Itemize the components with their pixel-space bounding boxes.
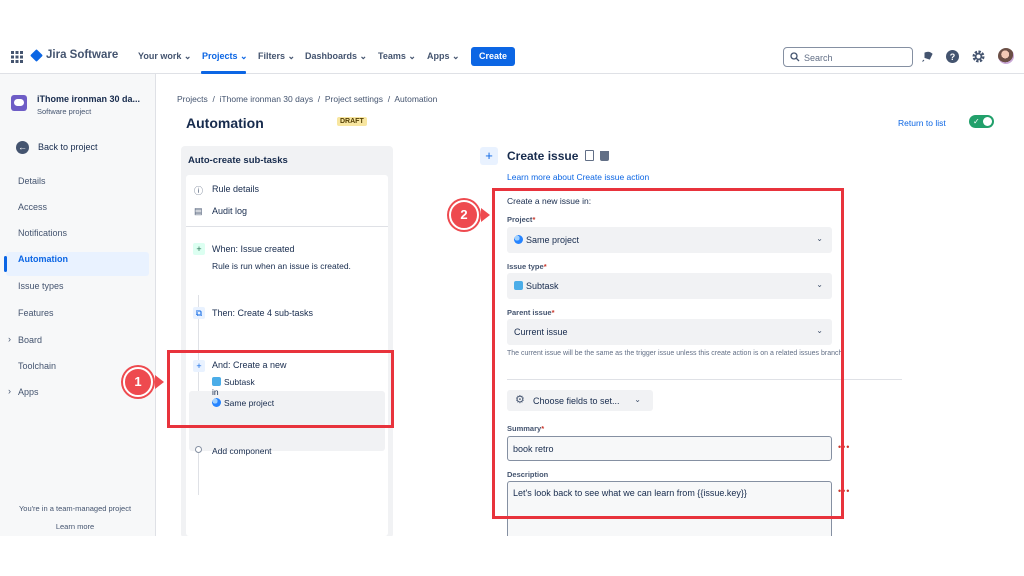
nav-dashboards[interactable]: Dashboards ⌄ bbox=[305, 51, 367, 62]
nav-projects[interactable]: Projects ⌄ bbox=[202, 51, 248, 62]
trigger-plus-icon: + bbox=[193, 243, 205, 255]
rule-name: Auto-create sub-tasks bbox=[188, 155, 288, 166]
sidebar-item-apps[interactable]: Apps bbox=[18, 387, 39, 397]
nav-teams[interactable]: Teams ⌄ bbox=[378, 51, 416, 62]
nav-active-indicator bbox=[201, 71, 246, 74]
sidebar-item-features[interactable]: Features bbox=[18, 308, 54, 318]
chevron-right-icon[interactable]: › bbox=[8, 386, 11, 396]
action-copy-icon: ⧉ bbox=[193, 307, 205, 319]
chevron-right-icon[interactable]: › bbox=[8, 334, 11, 344]
action-plus-icon: + bbox=[480, 147, 498, 165]
settings-gear-icon[interactable] bbox=[971, 49, 986, 64]
page-title: Automation bbox=[186, 115, 264, 131]
trigger-description: Rule is run when an issue is created. bbox=[212, 261, 351, 271]
breadcrumb: Projects / iThome ironman 30 days / Proj… bbox=[177, 94, 438, 104]
divider bbox=[186, 226, 388, 227]
panel-title: Create issue bbox=[507, 149, 579, 163]
sidebar-active-indicator bbox=[4, 256, 7, 272]
user-avatar[interactable] bbox=[998, 48, 1014, 64]
rule-details-link[interactable]: Rule details bbox=[212, 184, 259, 194]
sidebar-item-automation[interactable]: Automation bbox=[18, 254, 68, 264]
product-name[interactable]: Jira Software bbox=[46, 49, 118, 61]
sidebar-item-issue-types[interactable]: Issue types bbox=[18, 281, 64, 291]
info-icon: ⓘ bbox=[194, 186, 204, 196]
search-icon bbox=[790, 52, 800, 62]
add-component-node bbox=[195, 446, 202, 453]
check-icon: ✓ bbox=[973, 117, 980, 126]
trash-icon[interactable] bbox=[600, 151, 609, 161]
project-name[interactable]: iThome ironman 30 da... bbox=[37, 94, 140, 104]
help-icon[interactable]: ? bbox=[945, 49, 960, 64]
search-input[interactable]: Search bbox=[783, 47, 913, 67]
sidebar-item-access[interactable]: Access bbox=[18, 202, 47, 212]
notifications-icon[interactable] bbox=[920, 49, 935, 64]
annotation-arrow-2 bbox=[481, 208, 490, 222]
search-placeholder: Search bbox=[804, 53, 833, 63]
sidebar-item-board[interactable]: Board bbox=[18, 335, 42, 345]
nav-your-work[interactable]: Your work ⌄ bbox=[138, 51, 191, 62]
sidebar-item-toolchain[interactable]: Toolchain bbox=[18, 361, 56, 371]
breadcrumb-projects[interactable]: Projects bbox=[177, 94, 208, 104]
sidebar-item-details[interactable]: Details bbox=[18, 176, 46, 186]
team-managed-note: You're in a team-managed project bbox=[18, 504, 132, 513]
audit-log-link[interactable]: Audit log bbox=[212, 206, 247, 216]
annotation-box-2 bbox=[492, 188, 844, 519]
nav-apps[interactable]: Apps ⌄ bbox=[427, 51, 460, 62]
add-component-link[interactable]: Add component bbox=[212, 446, 272, 456]
annotation-arrow-1 bbox=[155, 375, 164, 389]
arrow-left-icon: ← bbox=[16, 141, 29, 154]
project-type: Software project bbox=[37, 107, 92, 116]
top-navigation: Jira Software Your work ⌄ Projects ⌄ Fil… bbox=[0, 40, 1024, 74]
breadcrumb-project[interactable]: iThome ironman 30 days bbox=[220, 94, 314, 104]
jira-logo-icon bbox=[30, 49, 43, 62]
app-switcher-icon[interactable] bbox=[11, 51, 23, 63]
back-to-project-label: Back to project bbox=[38, 142, 98, 152]
annotation-badge-1: 1 bbox=[123, 367, 153, 397]
project-avatar-icon bbox=[11, 95, 27, 111]
audit-log-icon: ▤ bbox=[194, 206, 203, 216]
trigger-title[interactable]: When: Issue created bbox=[212, 244, 295, 254]
return-to-list-link[interactable]: Return to list bbox=[898, 118, 946, 128]
action-title[interactable]: Then: Create 4 sub-tasks bbox=[212, 308, 313, 318]
annotation-box-1 bbox=[167, 350, 394, 428]
breadcrumb-automation[interactable]: Automation bbox=[394, 94, 437, 104]
svg-text:?: ? bbox=[950, 52, 956, 62]
copy-icon[interactable] bbox=[585, 150, 594, 161]
breadcrumb-project-settings[interactable]: Project settings bbox=[325, 94, 383, 104]
status-badge: DRAFT bbox=[337, 117, 367, 126]
sidebar-item-notifications[interactable]: Notifications bbox=[18, 228, 67, 238]
nav-filters[interactable]: Filters ⌄ bbox=[258, 51, 295, 62]
rule-enabled-toggle[interactable]: ✓ bbox=[969, 115, 994, 128]
create-button[interactable]: Create bbox=[471, 47, 515, 66]
app-window: Jira Software Your work ⌄ Projects ⌄ Fil… bbox=[0, 40, 1024, 536]
learn-more-action-link[interactable]: Learn more about Create issue action bbox=[507, 172, 649, 182]
annotation-badge-2: 2 bbox=[449, 200, 479, 230]
toggle-knob bbox=[983, 117, 992, 126]
learn-more-link[interactable]: Learn more bbox=[0, 522, 150, 531]
